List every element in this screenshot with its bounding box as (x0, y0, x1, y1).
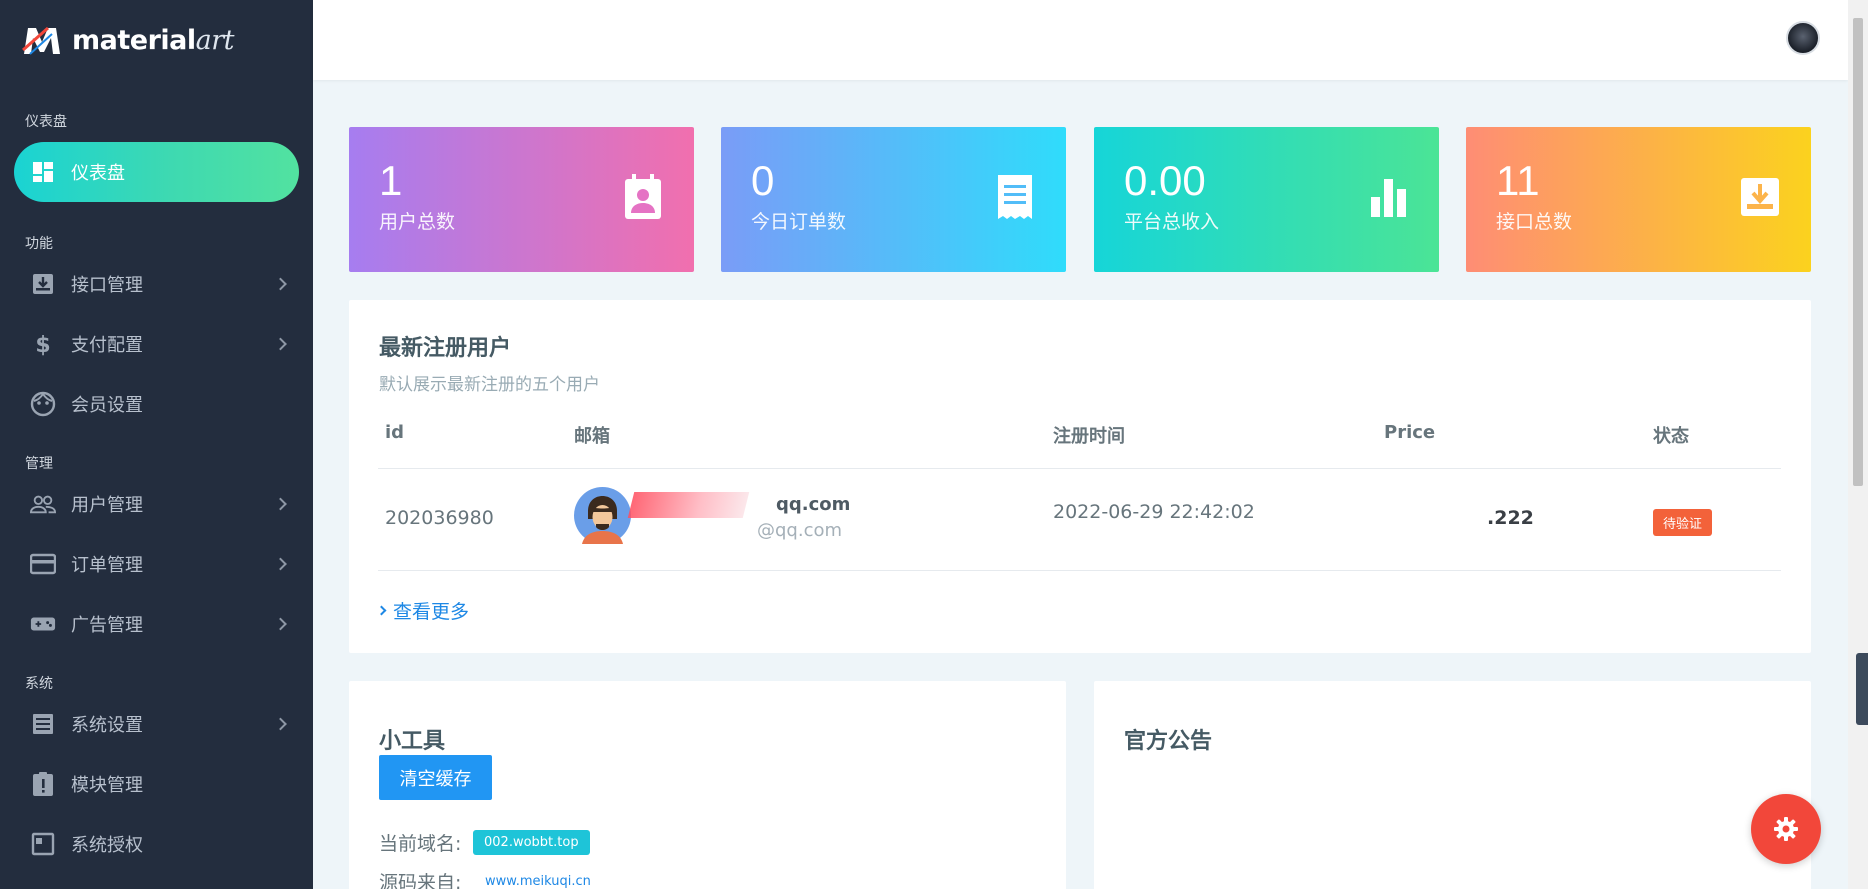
clear-cache-button[interactable]: 清空缓存 (379, 755, 492, 800)
sidebar-item-payment[interactable]: $ 支付配置 (0, 314, 313, 374)
license-icon (30, 831, 56, 857)
section-label-management: 管理 (25, 456, 53, 472)
user-email-primary: qq.com (776, 494, 851, 515)
sidebar-item-label: 系统授权 (71, 835, 143, 856)
contact-card-icon (625, 174, 661, 219)
list-icon (30, 711, 56, 737)
sidebar-item-label: 接口管理 (71, 275, 143, 296)
chevron-right-icon (274, 717, 287, 731)
stat-card-revenue: 0.00 平台总收入 (1094, 127, 1439, 272)
card-title: 小工具 (379, 729, 446, 754)
announcement-card: 官方公告 (1094, 681, 1811, 889)
chevron-right-icon (274, 497, 287, 511)
view-more-label: 查看更多 (393, 601, 470, 623)
column-header-registered: 注册时间 (1053, 426, 1125, 447)
chevron-right-icon (274, 277, 287, 291)
sidebar-item-modules[interactable]: 模块管理 (0, 754, 313, 814)
user-id: 202036980 (385, 507, 494, 529)
vertical-scrollbar[interactable] (1848, 0, 1868, 889)
domain-chip: 002.wobbt.top (473, 830, 590, 855)
settings-fab-button[interactable] (1751, 794, 1821, 864)
sidebar-item-label: 会员设置 (71, 395, 143, 416)
inbox-download-icon (30, 271, 56, 297)
section-label-dashboard: 仪表盘 (25, 114, 67, 130)
sidebar-item-users[interactable]: 用户管理 (0, 474, 313, 534)
stat-card-apis: 11 接口总数 (1466, 127, 1811, 272)
sidebar-item-orders[interactable]: 订单管理 (0, 534, 313, 594)
inbox-download-icon (1741, 178, 1779, 216)
face-icon (30, 391, 56, 417)
sidebar-item-label: 广告管理 (71, 615, 143, 636)
bar-chart-icon (1371, 179, 1406, 217)
top-bar (313, 0, 1848, 80)
table-row-divider (378, 570, 1781, 571)
status-badge: 待验证 (1653, 509, 1713, 536)
clipboard-alert-icon (30, 771, 56, 797)
credit-card-icon (30, 551, 56, 577)
chevron-right-icon (274, 337, 287, 351)
user-avatar[interactable] (1786, 21, 1820, 55)
column-header-email: 邮箱 (574, 426, 610, 447)
chevron-right-icon (274, 557, 287, 571)
logo-mark-icon (22, 26, 60, 55)
section-label-system: 系统 (25, 676, 53, 692)
card-title: 官方公告 (1124, 729, 1213, 754)
sidebar-item-system-settings[interactable]: 系统设置 (0, 694, 313, 754)
source-link[interactable]: www.meikuqi.cn (485, 874, 591, 889)
sidebar-item-label: 用户管理 (71, 495, 143, 516)
sidebar: materialart 仪表盘 仪表盘 功能 接口管理 $ 支付配置 会员设置 … (0, 0, 313, 889)
dollar-icon: $ (30, 331, 56, 357)
table-header-divider (378, 468, 1781, 469)
column-header-price: Price (1384, 422, 1436, 443)
view-more-link[interactable]: 查看更多 (376, 597, 470, 624)
sidebar-item-api[interactable]: 接口管理 (0, 254, 313, 314)
sidebar-item-label: 支付配置 (71, 335, 143, 356)
tools-card: 小工具 清空缓存 当前域名: 002.wobbt.top 源码来自: www.m… (349, 681, 1066, 889)
svg-text:$: $ (35, 333, 50, 357)
dashboard-icon (30, 159, 56, 185)
domain-label: 当前域名: (379, 833, 462, 855)
column-header-id: id (385, 422, 405, 443)
users-icon (30, 491, 56, 517)
stat-card-orders: 0 今日订单数 (721, 127, 1066, 272)
sidebar-item-label: 订单管理 (71, 555, 143, 576)
sidebar-item-label: 模块管理 (71, 775, 143, 796)
stat-card-users: 1 用户总数 (349, 127, 694, 272)
card-title: 最新注册用户 (379, 336, 512, 361)
sidebar-item-label: 仪表盘 (71, 163, 125, 184)
email-redaction (627, 492, 750, 518)
source-label: 源码来自: (379, 872, 462, 889)
receipt-icon (998, 175, 1032, 219)
side-panel-tab[interactable] (1856, 653, 1868, 725)
sidebar-item-license[interactable]: 系统授权 (0, 814, 313, 874)
gamepad-icon (30, 611, 56, 637)
user-registered-time: 2022-06-29 22:42:02 (1053, 501, 1255, 523)
gear-icon (1774, 817, 1798, 841)
chevron-right-icon (376, 605, 387, 616)
brand-logo[interactable]: materialart (0, 0, 313, 80)
user-email-secondary: @qq.com (757, 520, 843, 541)
column-header-status: 状态 (1653, 426, 1689, 447)
user-avatar-image (574, 487, 631, 544)
sidebar-item-membership[interactable]: 会员设置 (0, 374, 313, 434)
chevron-right-icon (274, 617, 287, 631)
section-label-features: 功能 (25, 236, 53, 252)
brand-name: materialart (72, 24, 234, 56)
user-price: .222 (1487, 507, 1534, 529)
card-subtitle: 默认展示最新注册的五个用户 (379, 375, 600, 395)
sidebar-item-label: 系统设置 (71, 715, 143, 736)
latest-users-card: 最新注册用户 默认展示最新注册的五个用户 (349, 300, 1811, 653)
scrollbar-thumb[interactable] (1853, 18, 1863, 486)
sidebar-item-dashboard[interactable]: 仪表盘 (14, 142, 299, 202)
sidebar-item-ads[interactable]: 广告管理 (0, 594, 313, 654)
